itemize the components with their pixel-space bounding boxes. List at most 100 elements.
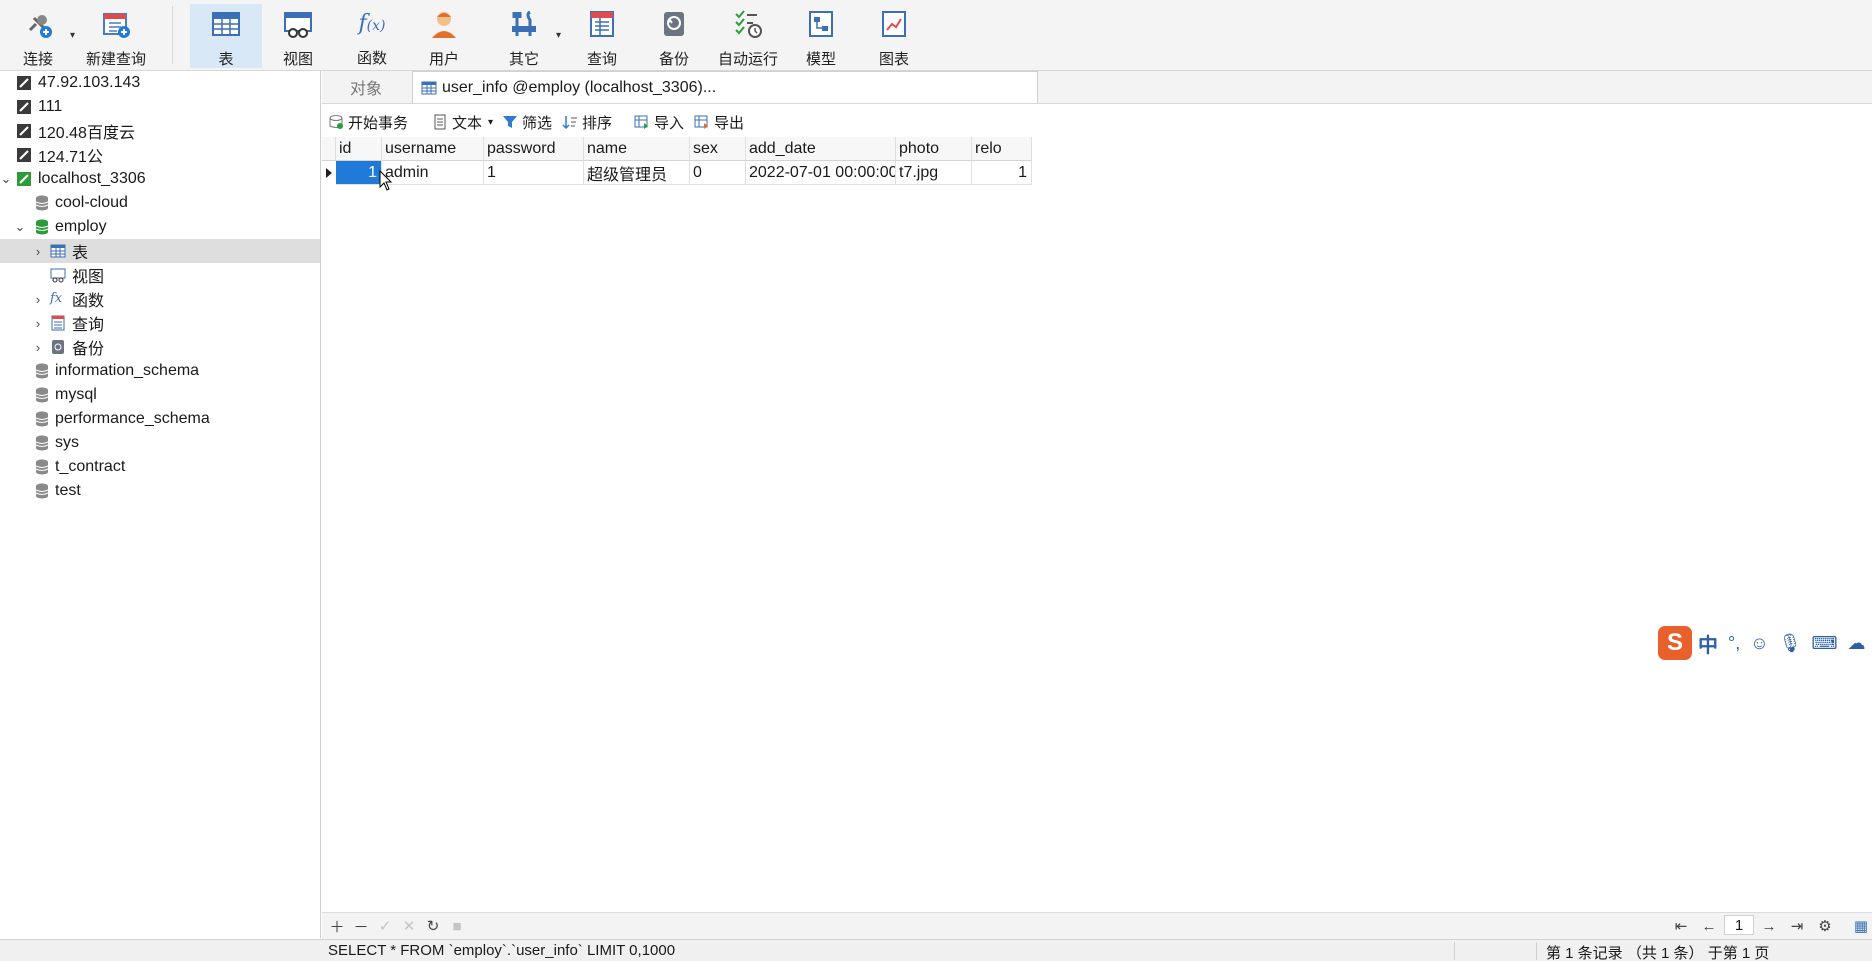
keyboard-icon[interactable]: ⌨: [1811, 633, 1837, 654]
refresh-icon[interactable]: ↻: [424, 917, 442, 935]
tree-item-db-sys[interactable]: sys: [0, 431, 320, 455]
filter-button[interactable]: 筛选: [502, 112, 552, 132]
tree-item-db-information-schema[interactable]: information_schema: [0, 359, 320, 383]
chevron-down-icon[interactable]: ⌄: [0, 171, 12, 187]
chevron-right-icon[interactable]: ›: [32, 244, 44, 259]
sort-button[interactable]: 排序: [562, 112, 612, 132]
user-button[interactable]: 用户: [412, 4, 476, 68]
table-cell[interactable]: 2022-07-01 00:00:00: [746, 161, 896, 185]
main-toolbar: 连接 ▾ 新建查询 表 视图 f(x) 函数 用户 其它 ▾ 查询 备份 自动运…: [0, 0, 1872, 71]
tree-item-db-t-contract[interactable]: t_contract: [0, 455, 320, 479]
backup-label: 备份: [658, 51, 689, 68]
import-label: 导入: [654, 114, 685, 132]
ime-toolbar[interactable]: S 中 °, ☺ 🎙 ⌨ ☁: [1658, 624, 1872, 662]
ime-language-toggle[interactable]: 中: [1698, 629, 1718, 658]
grid-view-icon[interactable]: ▦: [1852, 917, 1870, 935]
previous-page-icon[interactable]: ←: [1700, 917, 1718, 935]
text-button[interactable]: 文本 ▾: [432, 112, 493, 132]
function-button[interactable]: f(x) 函数: [340, 4, 404, 68]
tree-item-views[interactable]: 视图: [0, 263, 320, 287]
model-icon: [805, 8, 837, 40]
emoji-icon[interactable]: ☺: [1750, 633, 1768, 654]
sogou-logo-icon[interactable]: S: [1658, 626, 1692, 660]
table-toolbar: 开始事务 文本 ▾ 筛选 排序 导入 导出: [322, 108, 1872, 136]
table-cell[interactable]: 0: [690, 161, 746, 185]
tree-item-server-3[interactable]: 120.48百度云: [0, 119, 320, 143]
column-header[interactable]: add_date: [746, 137, 896, 161]
chevron-right-icon[interactable]: ›: [32, 340, 44, 355]
function-icon: fx: [50, 291, 63, 306]
database-icon: [34, 411, 50, 427]
tree-item-functions[interactable]: › fx 函数: [0, 287, 320, 311]
tree-item-db-test[interactable]: test: [0, 479, 320, 503]
export-label: 导出: [714, 114, 745, 132]
begin-transaction-button[interactable]: 开始事务: [328, 112, 408, 132]
table-cell[interactable]: 1: [972, 161, 1032, 185]
column-header[interactable]: name: [584, 137, 690, 161]
model-button[interactable]: 模型: [790, 4, 852, 68]
server-icon: [16, 99, 32, 115]
column-header[interactable]: id: [336, 137, 382, 161]
settings-gear-icon[interactable]: ⚙: [1816, 917, 1834, 935]
tree-item-label: information_schema: [55, 362, 200, 379]
tree-item-server-1[interactable]: 47.92.103.143: [0, 71, 320, 95]
page-number-input[interactable]: 1: [1724, 915, 1754, 935]
status-bar: SELECT * FROM `employ`.`user_info` LIMIT…: [0, 939, 1872, 962]
tree-item-db-performance-schema[interactable]: performance_schema: [0, 407, 320, 431]
chart-button[interactable]: 图表: [862, 4, 926, 68]
column-header[interactable]: relo: [972, 137, 1032, 161]
table-cell[interactable]: 超级管理员: [584, 161, 690, 185]
backup-button[interactable]: 备份: [642, 4, 706, 68]
column-header[interactable]: photo: [896, 137, 972, 161]
auto-run-button[interactable]: 自动运行: [712, 4, 784, 68]
server-icon: [16, 147, 32, 163]
table-cell[interactable]: admin: [382, 161, 484, 185]
table-button[interactable]: 表: [190, 4, 262, 68]
discard-x-icon[interactable]: ✕: [400, 917, 418, 935]
tab-user-info[interactable]: user_info @employ (localhost_3306)...: [412, 71, 1038, 103]
table-cell[interactable]: t7.jpg: [896, 161, 972, 185]
other-button[interactable]: 其它: [492, 4, 556, 68]
microphone-icon[interactable]: 🎙: [1779, 633, 1802, 654]
last-page-icon[interactable]: ⇥: [1788, 917, 1806, 935]
tree-item-label: 备份: [72, 341, 105, 358]
first-page-icon[interactable]: ⇤: [1672, 917, 1690, 935]
connection-tree: 47.92.103.143 111 120.48百度云 124.71公 ⌄ lo…: [0, 71, 321, 938]
tree-item-db-employ[interactable]: ⌄ employ: [0, 215, 320, 239]
delete-record-icon[interactable]: －: [352, 917, 370, 936]
next-page-icon[interactable]: →: [1760, 917, 1778, 935]
new-query-button[interactable]: 新建查询: [84, 4, 148, 68]
tree-item-localhost[interactable]: ⌄ localhost_3306: [0, 167, 320, 191]
column-header[interactable]: username: [382, 137, 484, 161]
stop-icon[interactable]: ■: [448, 917, 466, 935]
tab-objects[interactable]: 对象: [322, 71, 410, 103]
tree-item-backups[interactable]: › 备份: [0, 335, 320, 359]
new-query-icon: [100, 8, 132, 40]
import-button[interactable]: 导入: [634, 112, 684, 132]
apply-check-icon[interactable]: ✓: [376, 917, 394, 935]
tree-item-db-mysql[interactable]: mysql: [0, 383, 320, 407]
chevron-right-icon[interactable]: ›: [32, 316, 44, 331]
tree-item-server-4[interactable]: 124.71公: [0, 143, 320, 167]
tree-item-server-2[interactable]: 111: [0, 95, 320, 119]
skin-icon[interactable]: ☁: [1847, 633, 1865, 654]
add-record-icon[interactable]: ＋: [328, 917, 346, 936]
chevron-right-icon[interactable]: ›: [32, 292, 44, 307]
connect-dropdown-caret[interactable]: ▾: [70, 30, 75, 41]
other-dropdown-caret[interactable]: ▾: [556, 30, 561, 41]
export-button[interactable]: 导出: [694, 112, 744, 132]
tree-item-db-cool-cloud[interactable]: cool-cloud: [0, 191, 320, 215]
connect-button[interactable]: 连接: [14, 4, 62, 68]
chevron-down-icon[interactable]: ⌄: [14, 219, 26, 235]
view-button[interactable]: 视图: [266, 4, 330, 68]
ime-punctuation-toggle[interactable]: °,: [1728, 633, 1740, 654]
tree-item-label: mysql: [55, 386, 97, 403]
query-button[interactable]: 查询: [570, 4, 634, 68]
column-header[interactable]: sex: [690, 137, 746, 161]
tree-item-queries[interactable]: › 查询: [0, 311, 320, 335]
mouse-pointer-icon: [379, 169, 393, 197]
tree-item-tables[interactable]: › 表: [0, 239, 320, 263]
table-cell[interactable]: 1: [336, 161, 382, 185]
table-cell[interactable]: 1: [484, 161, 584, 185]
column-header[interactable]: password: [484, 137, 584, 161]
